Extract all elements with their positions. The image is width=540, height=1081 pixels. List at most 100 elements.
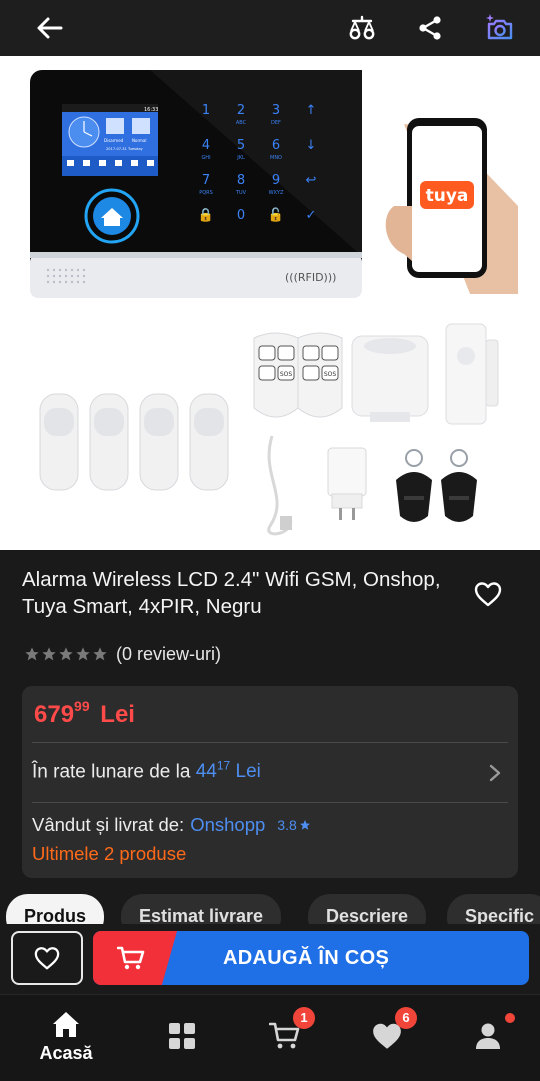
keypad-key-letters: GHI: [201, 155, 210, 161]
back-arrow-icon: [37, 17, 63, 39]
keypad-key-letters: ABC: [236, 120, 247, 126]
product-price: 67999 Lei: [34, 698, 135, 729]
keypad-key: 4: [202, 138, 210, 153]
price-integer: 679: [34, 701, 75, 728]
keypad-key: ↑: [306, 103, 317, 118]
nav-account[interactable]: [435, 995, 540, 1075]
add-to-cart-button[interactable]: ADAUGĂ ÎN COȘ: [93, 931, 529, 985]
nav-home[interactable]: Acasă: [12, 995, 120, 1075]
keypad-key: 0: [237, 208, 245, 223]
phone-brand-logo: tuya: [426, 186, 469, 206]
account-icon: [473, 1013, 515, 1051]
chevron-right-icon: [489, 764, 501, 782]
keypad-key: 3: [272, 103, 280, 118]
categories-icon: [167, 1021, 199, 1051]
add-to-cart-label: ADAUGĂ ÎN COȘ: [223, 947, 390, 969]
star-icon: [25, 647, 39, 661]
price-currency: Lei: [100, 701, 135, 728]
nav-home-label: Acasă: [39, 1043, 93, 1063]
share-icon: [419, 16, 441, 40]
keypad-key: 8: [237, 173, 245, 188]
installments-amount: 4417 Lei: [195, 759, 261, 783]
sold-by-label: Vândut și livrat de:: [32, 814, 185, 835]
nav-favorites[interactable]: 6: [333, 995, 441, 1075]
section-tabs: Produs Estimat livrare Descriere Specifi…: [0, 894, 540, 924]
add-to-cart-bar: ADAUGĂ ÎN COȘ: [0, 924, 540, 994]
product-title-row: Alarma Wireless LCD 2.4" Wifi GSM, Onsho…: [0, 550, 540, 630]
star-icon: [93, 647, 107, 661]
divider: [32, 802, 508, 803]
lcd-date: 2017-07-31 Tuesday: [106, 147, 144, 151]
favorites-icon: 6: [371, 1007, 417, 1051]
review-count: (0 review-uri): [116, 643, 222, 664]
star-icon: [299, 820, 310, 830]
cart-plus-icon: [117, 946, 145, 970]
keypad-key: 9: [272, 173, 280, 188]
keypad-key-letters: TUV: [235, 190, 247, 196]
lcd-tile-2: Normal: [132, 138, 146, 143]
home-icon: [50, 1009, 82, 1039]
product-image-gallery[interactable]: (((RFID))) 16:33 Disarmed Normal 2017-07…: [0, 56, 540, 550]
compare-button[interactable]: [338, 4, 386, 52]
seller-link[interactable]: Onshopp: [190, 814, 265, 836]
rfid-label: (((RFID))): [285, 271, 336, 284]
nav-categories[interactable]: [129, 995, 237, 1075]
remote-sos-label-2: SOS: [324, 371, 337, 378]
cart-icon: 1: [268, 1007, 315, 1051]
lcd-tile-1: Disarmed: [104, 138, 124, 143]
rating-stars: [24, 646, 109, 662]
tab-produs[interactable]: Produs: [6, 894, 105, 924]
keypad-key-letters: WXYZ: [269, 190, 284, 196]
favorite-toggle[interactable]: [466, 572, 510, 616]
compare-scale-icon: [349, 15, 375, 40]
bottom-navigation: Acasă 1 6: [0, 994, 540, 1081]
star-icon: [76, 647, 90, 661]
installments-row[interactable]: În rate lunare de la 4417 Lei: [32, 743, 508, 803]
seller-rating: 3.8: [277, 817, 310, 833]
heart-outline-icon: [474, 582, 502, 607]
keypad-key: 6: [272, 138, 280, 153]
heart-outline-icon: [34, 947, 60, 970]
account-notification-dot: [505, 1013, 515, 1023]
keypad-key: ✓: [306, 208, 317, 223]
product-title: Alarma Wireless LCD 2.4" Wifi GSM, Onsho…: [22, 568, 441, 618]
keypad-key: 1: [202, 103, 210, 118]
tab-descriere[interactable]: Descriere: [308, 894, 427, 924]
keypad-key: ↓: [306, 138, 317, 153]
keypad-key: ↩: [306, 173, 317, 188]
star-icon: [42, 647, 56, 661]
top-app-bar: [0, 0, 540, 56]
keypad-key-letters: PQRS: [199, 190, 213, 196]
keypad-key: 5: [237, 138, 245, 153]
favorites-badge: 6: [395, 1007, 417, 1029]
tab-estimat-livrare[interactable]: Estimat livrare: [121, 894, 282, 924]
keypad-key: 2: [237, 103, 245, 118]
installments-decimals: 17: [216, 759, 231, 773]
seller-rating-value: 3.8: [277, 817, 297, 833]
keypad-key-letters: DEF: [271, 120, 281, 126]
back-button[interactable]: [26, 4, 74, 52]
product-image: (((RFID))) 16:33 Disarmed Normal 2017-07…: [30, 70, 518, 536]
tab-specificatii[interactable]: Specific: [447, 894, 540, 924]
seller-row: Vândut și livrat de: Onshopp 3.8: [32, 814, 311, 836]
price-card: 67999 Lei În rate lunare de la 4417 Lei …: [22, 686, 518, 878]
remote-sos-label-1: SOS: [280, 371, 293, 378]
keypad-key-letters: JKL: [236, 155, 245, 161]
cart-badge: 1: [293, 1007, 315, 1029]
price-decimals: 99: [74, 698, 90, 714]
product-rating[interactable]: (0 review-uri): [24, 641, 221, 667]
star-icon: [59, 647, 73, 661]
stock-status: Ultimele 2 produse: [32, 843, 187, 864]
share-button[interactable]: [406, 4, 454, 52]
installments-text: În rate lunare de la 4417 Lei: [32, 759, 261, 783]
keypad-key: 7: [202, 173, 210, 188]
installments-prefix: În rate lunare de la: [32, 761, 191, 783]
keypad-key-letters: MNO: [270, 155, 282, 161]
keypad-key: 🔓: [268, 207, 284, 223]
lcd-time: 16:33: [144, 107, 158, 113]
add-to-favorites-button[interactable]: [11, 931, 83, 985]
installments-integer: 44: [195, 761, 217, 783]
visual-search-button[interactable]: [476, 4, 524, 52]
nav-cart[interactable]: 1: [231, 995, 339, 1075]
ai-camera-icon: [486, 14, 513, 40]
